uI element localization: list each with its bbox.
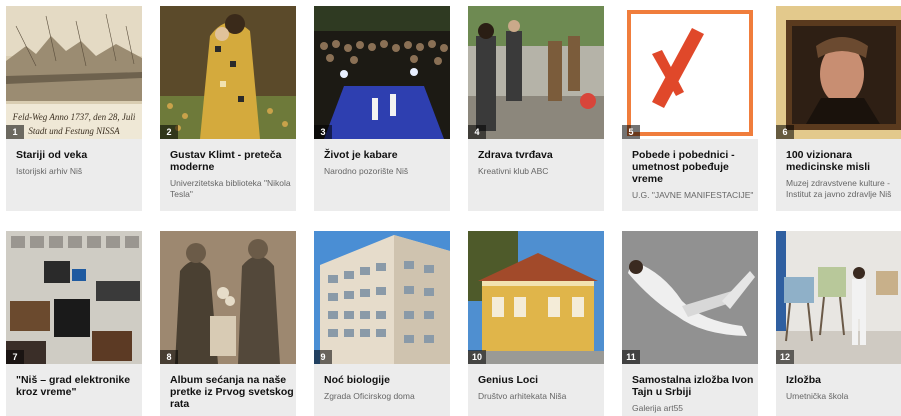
event-title[interactable]: Zdrava tvrđava	[478, 149, 602, 161]
event-card-2[interactable]: 2 Gustav Klimt - preteča moderne Univerz…	[160, 6, 296, 211]
event-image-klimt-kiss[interactable]: 2	[160, 6, 296, 139]
event-card-5[interactable]: 5 Pobede i pobednici - umetnost pobeđuje…	[622, 6, 758, 211]
event-number: 2	[160, 125, 178, 139]
event-number: 3	[314, 125, 332, 139]
event-card-7[interactable]: 7 "Niš – grad elektronike kroz vreme"	[6, 231, 142, 416]
event-image-ww1-photo[interactable]: 8	[160, 231, 296, 364]
event-title[interactable]: Album sećanja na naše pretke iz Prvog sv…	[170, 374, 294, 410]
event-image-x-logo[interactable]: 5	[622, 6, 758, 139]
event-number: 1	[6, 125, 24, 139]
klimt-painting	[160, 6, 296, 139]
fortress-crowd-photo	[468, 6, 604, 139]
event-image-lying-figure[interactable]: 11	[622, 231, 758, 364]
event-card-6[interactable]: 6 100 vizionara medicinske misli Muzej z…	[776, 6, 901, 211]
event-number: 12	[776, 350, 794, 364]
event-card-1[interactable]: Feld-Weg Anno 1737, den 28, Juli Stadt u…	[6, 6, 142, 211]
event-title[interactable]: Noć biologije	[324, 374, 448, 386]
event-organizer: Istorijski arhiv Niš	[16, 166, 83, 176]
event-number: 8	[160, 350, 178, 364]
event-organizer: U.G. "JAVNE MANIFESTACIJE"	[632, 190, 754, 200]
event-title[interactable]: 100 vizionara medicinske misli	[786, 149, 901, 173]
event-organizer: Univerzitetska biblioteka "Nikola Tesla"	[170, 178, 291, 199]
event-number: 11	[622, 350, 640, 364]
event-number: 5	[622, 125, 640, 139]
event-image-art-exhibition[interactable]: 12	[776, 231, 901, 364]
event-number: 6	[776, 125, 794, 139]
event-title[interactable]: Genius Loci	[478, 374, 602, 386]
art-exhibition-photo	[776, 231, 901, 364]
event-card-3[interactable]: 3 Život je kabare Narodno pozorište Niš	[314, 6, 450, 211]
event-organizer: Umetnička škola	[786, 391, 849, 401]
event-organizer: Narodno pozorište Niš	[324, 166, 409, 176]
event-image-building[interactable]: 9	[314, 231, 450, 364]
event-number: 10	[468, 350, 486, 364]
event-card-10[interactable]: 10 Genius Loci Društvo arhitekata Niša	[468, 231, 604, 416]
event-title[interactable]: Samostalna izložba Ivon Tajn u Srbiji	[632, 374, 756, 398]
map-caption-line1: Feld-Weg Anno 1737, den 28, Juli	[12, 112, 136, 122]
event-image-yellow-house[interactable]: 10	[468, 231, 604, 364]
event-image-fortress-crowd[interactable]: 4	[468, 6, 604, 139]
event-title[interactable]: Izložba	[786, 374, 901, 386]
event-card-4[interactable]: 4 Zdrava tvrđava Kreativni klub ABC	[468, 6, 604, 211]
vintage-electronics-photo	[6, 231, 142, 364]
event-organizer: Kreativni klub ABC	[478, 166, 549, 176]
event-image-old-map[interactable]: Feld-Weg Anno 1737, den 28, Juli Stadt u…	[6, 6, 142, 139]
yellow-villa-photo	[468, 231, 604, 364]
officers-home-building	[314, 231, 450, 364]
event-title[interactable]: Život je kabare	[324, 149, 448, 161]
framed-portrait	[776, 6, 901, 139]
map-caption-line2: Stadt und Festung NISSA	[28, 126, 120, 136]
event-title[interactable]: Gustav Klimt - preteča moderne	[170, 149, 294, 173]
sepia-soldiers-photo	[160, 231, 296, 364]
x-mark-logo	[622, 6, 758, 139]
event-organizer: Zgrada Oficirskog doma	[324, 391, 415, 401]
event-title[interactable]: Pobede i pobednici - umetnost pobeđuje v…	[632, 149, 756, 185]
event-card-12[interactable]: 12 Izložba Umetnička škola	[776, 231, 901, 416]
old-map-engraving: Feld-Weg Anno 1737, den 28, Juli Stadt u…	[6, 6, 142, 139]
event-grid: Feld-Weg Anno 1737, den 28, Juli Stadt u…	[0, 0, 901, 416]
lying-figure-photo	[622, 231, 758, 364]
event-organizer: Muzej zdravstvene kulture - Institut za …	[786, 178, 892, 199]
cabaret-stage-photo	[314, 6, 450, 139]
event-card-9[interactable]: 9 Noć biologije Zgrada Oficirskog doma	[314, 231, 450, 416]
event-image-electronics[interactable]: 7	[6, 231, 142, 364]
event-card-11[interactable]: 11 Samostalna izložba Ivon Tajn u Srbiji…	[622, 231, 758, 416]
event-number: 4	[468, 125, 486, 139]
event-image-cabaret-stage[interactable]: 3	[314, 6, 450, 139]
event-organizer: Društvo arhitekata Niša	[478, 391, 567, 401]
event-title[interactable]: "Niš – grad elektronike kroz vreme"	[16, 374, 140, 398]
event-title[interactable]: Stariji od veka	[16, 149, 140, 161]
event-number: 9	[314, 350, 332, 364]
event-image-portrait[interactable]: 6	[776, 6, 901, 139]
event-card-8[interactable]: 8 Album sećanja na naše pretke iz Prvog …	[160, 231, 296, 416]
event-organizer: Galerija art55	[632, 403, 684, 413]
event-number: 7	[6, 350, 24, 364]
